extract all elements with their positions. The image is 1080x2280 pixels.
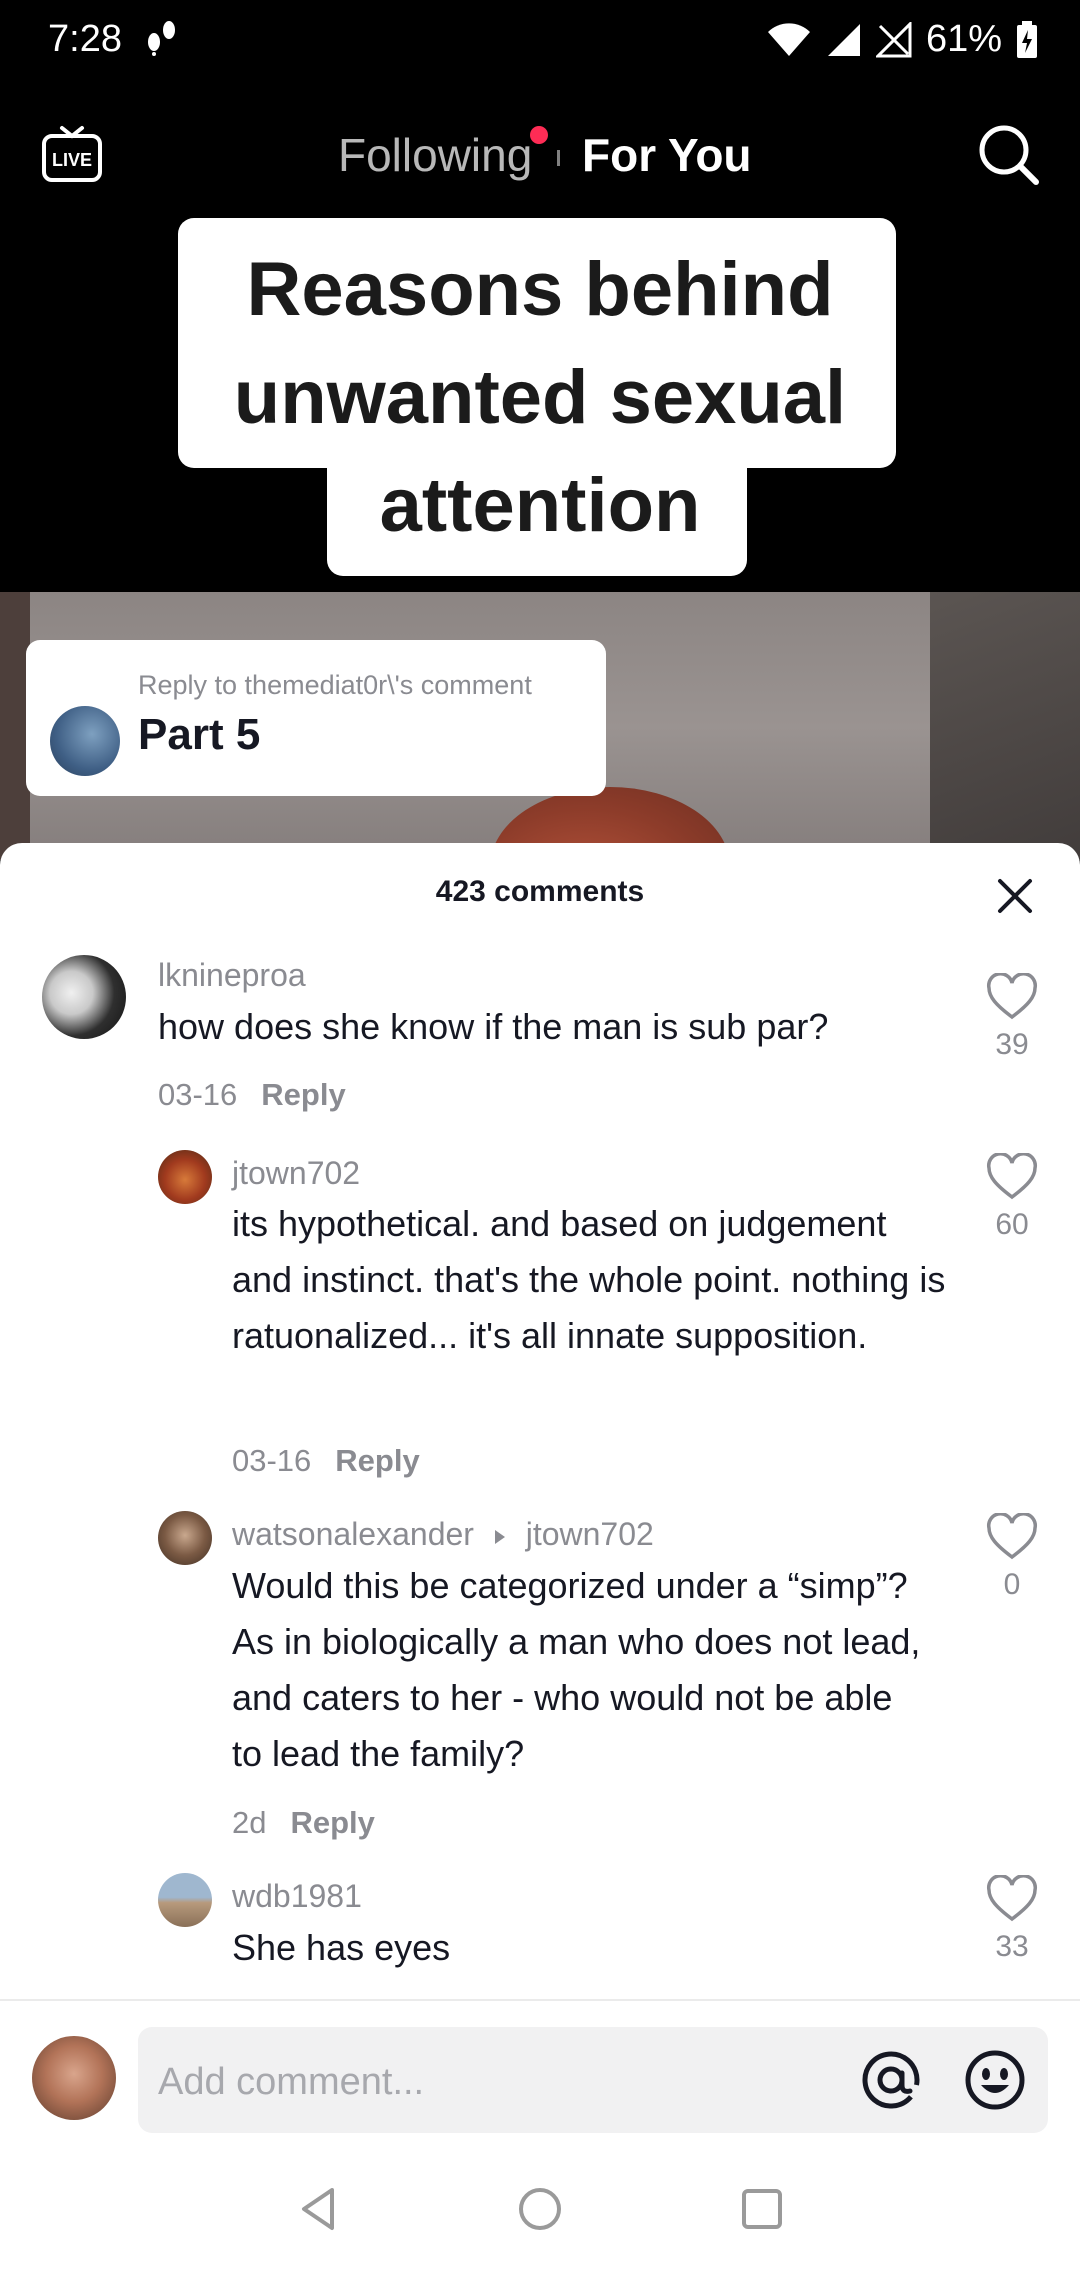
video-wall-right	[930, 592, 1080, 860]
battery-percent: 61%	[925, 18, 1002, 60]
like-button[interactable]: 39	[972, 972, 1052, 1062]
comment-text: how does she know if the man is sub par?	[158, 1006, 829, 1047]
emoji-icon[interactable]	[964, 2049, 1026, 2111]
heart-icon	[986, 1152, 1038, 1200]
reply-button[interactable]: Reply	[335, 1443, 419, 1478]
my-avatar	[32, 2036, 116, 2120]
comment-meta: 03-16 Reply	[158, 1077, 346, 1113]
comment-date: 03-16	[158, 1077, 238, 1112]
no-signal-icon	[875, 21, 912, 57]
recents-icon[interactable]	[737, 2184, 787, 2234]
heart-icon	[986, 972, 1038, 1020]
comments-count: 423 comments	[435, 875, 645, 908]
comment-date: 2d	[232, 1805, 267, 1840]
reply-button[interactable]: Reply	[261, 1077, 345, 1112]
live-label: LIVE	[52, 150, 92, 170]
comment-input[interactable]: Add comment...	[138, 2027, 1048, 2133]
caption-line-3: attention	[379, 463, 701, 548]
mention-icon[interactable]	[860, 2049, 922, 2111]
comment-text: Would this be categorized under a “simp”…	[232, 1565, 921, 1774]
comment-meta: 2d Reply	[232, 1805, 375, 1841]
like-count: 60	[995, 1208, 1029, 1241]
home-icon[interactable]	[515, 2184, 565, 2234]
live-icon[interactable]: LIVE	[40, 122, 104, 186]
comment-meta: 03-16 Reply	[232, 1443, 420, 1479]
avatar[interactable]	[42, 955, 126, 1039]
like-count: 33	[995, 1930, 1029, 1963]
reply-card-label: Reply to themediat0r\'s comment	[138, 670, 532, 700]
following-notification-dot	[530, 126, 548, 144]
tab-separator	[557, 150, 560, 166]
reply-to-comment-card[interactable]: Reply to themediat0r\'s comment Part 5	[26, 640, 606, 796]
like-button[interactable]: 33	[972, 1874, 1052, 1964]
comment-username[interactable]: wdb1981	[232, 1878, 362, 1915]
reply-card-avatar	[50, 706, 120, 776]
back-icon[interactable]	[294, 2184, 344, 2234]
top-navigation: LIVE Following For You	[0, 110, 1080, 200]
reply-card-title: Part 5	[138, 710, 261, 759]
like-count: 0	[1003, 1568, 1021, 1601]
notification-icon	[145, 16, 179, 65]
system-navigation-bar	[0, 2140, 1080, 2280]
status-bar: 7:28 61%	[0, 0, 1080, 80]
comment-input-placeholder: Add comment...	[158, 2061, 425, 2103]
comment-username[interactable]: jtown702	[232, 1155, 360, 1192]
reply-button[interactable]: Reply	[290, 1805, 374, 1840]
avatar[interactable]	[158, 1511, 212, 1565]
comment-text: its hypothetical. and based on judgement…	[232, 1203, 946, 1356]
battery-icon	[1017, 20, 1037, 58]
video-player[interactable]: 7:28 61% LIVE Following For You Reasons …	[0, 0, 1080, 860]
search-icon[interactable]	[976, 122, 1042, 188]
status-time: 7:28	[48, 18, 122, 60]
like-button[interactable]: 60	[972, 1152, 1052, 1242]
heart-icon	[986, 1512, 1038, 1560]
wifi-icon	[767, 22, 810, 56]
comment-text: She has eyes	[232, 1927, 451, 1968]
comment-username: watsonalexander jtown702	[232, 1516, 654, 1553]
caption-line-1: Reasons behind	[246, 247, 834, 332]
reply-to-username[interactable]: jtown702	[526, 1516, 654, 1552]
tab-following[interactable]: Following	[338, 128, 532, 182]
reply-arrow-icon	[494, 1529, 505, 1544]
tab-for-you[interactable]: For You	[582, 128, 752, 182]
caption-line-2: unwanted sexual	[233, 355, 847, 440]
like-count: 39	[995, 1028, 1029, 1061]
avatar[interactable]	[158, 1873, 212, 1927]
like-button[interactable]: 0	[972, 1512, 1052, 1602]
heart-icon	[986, 1874, 1038, 1922]
comment-username-text[interactable]: watsonalexander	[232, 1516, 474, 1552]
comment-date: 03-16	[232, 1443, 312, 1478]
avatar[interactable]	[158, 1150, 212, 1204]
close-icon[interactable]	[990, 871, 1040, 921]
comment-username[interactable]: lknineproa	[158, 957, 306, 994]
signal-icon	[827, 23, 860, 56]
comment-composer: Add comment...	[0, 1999, 1080, 2139]
status-right: 61%	[766, 18, 1038, 61]
